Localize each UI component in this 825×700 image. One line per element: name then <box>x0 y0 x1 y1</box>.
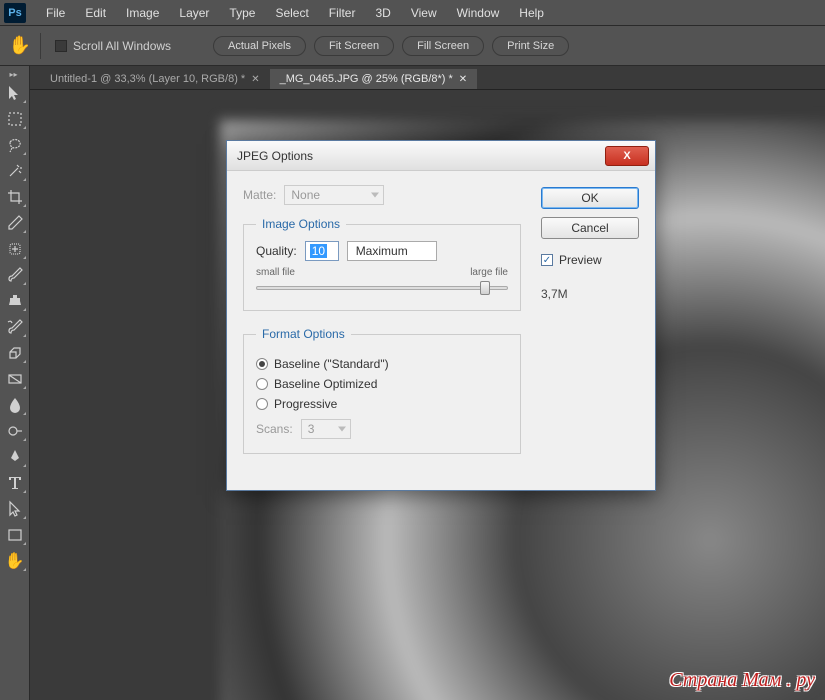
scans-label: Scans: <box>256 422 293 436</box>
menu-3d[interactable]: 3D <box>365 6 400 20</box>
chevron-down-icon <box>338 427 346 432</box>
eraser-tool[interactable] <box>2 341 28 365</box>
menu-file[interactable]: File <box>36 6 75 20</box>
quality-preset-select[interactable]: Maximum <box>347 241 437 261</box>
close-icon[interactable]: ✕ <box>251 74 259 85</box>
scans-select: 3 <box>301 419 351 439</box>
clone-stamp-tool[interactable] <box>2 289 28 313</box>
magic-wand-tool[interactable] <box>2 159 28 183</box>
radio-label: Baseline Optimized <box>274 377 377 391</box>
matte-label: Matte: <box>243 188 276 202</box>
print-size-button[interactable]: Print Size <box>492 36 569 56</box>
large-file-label: large file <box>470 267 508 278</box>
watermark: Страна Мам . ру <box>669 669 815 692</box>
cancel-button[interactable]: Cancel <box>541 217 639 239</box>
preview-checkbox[interactable]: ✓ Preview <box>541 253 639 267</box>
quality-label: Quality: <box>256 244 297 258</box>
radio-icon <box>256 358 268 370</box>
document-tab-bar: Untitled-1 @ 33,3% (Layer 10, RGB/8) * ✕… <box>0 66 825 90</box>
matte-select: None <box>284 185 384 205</box>
radio-label: Baseline ("Standard") <box>274 357 389 371</box>
file-size: 3,7M <box>541 287 639 301</box>
tab-label: _MG_0465.JPG @ 25% (RGB/8*) * <box>280 73 453 85</box>
radio-label: Progressive <box>274 397 337 411</box>
checkbox-icon <box>55 40 67 52</box>
menu-select[interactable]: Select <box>265 6 318 20</box>
radio-icon <box>256 378 268 390</box>
hand-tool-icon[interactable]: ✋ <box>8 34 32 58</box>
blur-tool[interactable] <box>2 393 28 417</box>
preview-label: Preview <box>559 253 602 267</box>
radio-icon <box>256 398 268 410</box>
eyedropper-tool[interactable] <box>2 211 28 235</box>
scroll-all-label: Scroll All Windows <box>73 39 171 53</box>
dialog-title: JPEG Options <box>237 149 313 163</box>
move-tool[interactable] <box>2 81 28 105</box>
slider-track <box>256 286 508 290</box>
healing-brush-tool[interactable] <box>2 237 28 261</box>
close-button[interactable]: X <box>605 146 649 166</box>
hand-tool[interactable]: ✋ <box>2 549 28 573</box>
chevron-down-icon <box>371 193 379 198</box>
marquee-tool[interactable] <box>2 107 28 131</box>
fill-screen-button[interactable]: Fill Screen <box>402 36 484 56</box>
gradient-tool[interactable] <box>2 367 28 391</box>
type-tool[interactable] <box>2 471 28 495</box>
format-options-group: Format Options Baseline ("Standard") Bas… <box>243 327 521 454</box>
matte-value: None <box>291 188 320 202</box>
tools-panel: ▸▸ ✋ <box>0 66 30 700</box>
dodge-tool[interactable] <box>2 419 28 443</box>
brush-tool[interactable] <box>2 263 28 287</box>
menu-image[interactable]: Image <box>116 6 169 20</box>
quality-input[interactable]: 10 <box>305 241 339 261</box>
actual-pixels-button[interactable]: Actual Pixels <box>213 36 306 56</box>
dialog-titlebar[interactable]: JPEG Options X <box>227 141 655 171</box>
tab-untitled[interactable]: Untitled-1 @ 33,3% (Layer 10, RGB/8) * ✕ <box>40 69 270 89</box>
menu-bar: Ps File Edit Image Layer Type Select Fil… <box>0 0 825 26</box>
tab-label: Untitled-1 @ 33,3% (Layer 10, RGB/8) * <box>50 73 245 85</box>
small-file-label: small file <box>256 267 295 278</box>
crop-tool[interactable] <box>2 185 28 209</box>
fit-screen-button[interactable]: Fit Screen <box>314 36 394 56</box>
image-options-legend: Image Options <box>256 217 346 231</box>
menu-filter[interactable]: Filter <box>319 6 366 20</box>
quality-preset-value: Maximum <box>356 244 408 258</box>
separator <box>40 33 41 59</box>
path-selection-tool[interactable] <box>2 497 28 521</box>
slider-thumb[interactable] <box>480 281 490 295</box>
close-icon[interactable]: ✕ <box>459 74 467 85</box>
checkbox-icon: ✓ <box>541 254 553 266</box>
menu-layer[interactable]: Layer <box>169 6 219 20</box>
menu-edit[interactable]: Edit <box>75 6 116 20</box>
tab-mg0465[interactable]: _MG_0465.JPG @ 25% (RGB/8*) * ✕ <box>270 69 478 89</box>
lasso-tool[interactable] <box>2 133 28 157</box>
history-brush-tool[interactable] <box>2 315 28 339</box>
format-options-legend: Format Options <box>256 327 351 341</box>
image-options-group: Image Options Quality: 10 Maximum small … <box>243 217 521 311</box>
scans-value: 3 <box>308 422 315 436</box>
rectangle-tool[interactable] <box>2 523 28 547</box>
menu-type[interactable]: Type <box>219 6 265 20</box>
menu-window[interactable]: Window <box>447 6 510 20</box>
quality-slider[interactable] <box>256 280 508 296</box>
expand-icon[interactable]: ▸▸ <box>10 70 20 78</box>
radio-baseline-optimized[interactable]: Baseline Optimized <box>256 377 508 391</box>
app-logo: Ps <box>4 3 26 23</box>
menu-help[interactable]: Help <box>509 6 554 20</box>
radio-baseline-standard[interactable]: Baseline ("Standard") <box>256 357 508 371</box>
menu-view[interactable]: View <box>401 6 447 20</box>
options-bar: ✋ Scroll All Windows Actual Pixels Fit S… <box>0 26 825 66</box>
scroll-all-windows-checkbox[interactable]: Scroll All Windows <box>49 39 177 53</box>
radio-progressive[interactable]: Progressive <box>256 397 508 411</box>
ok-button[interactable]: OK <box>541 187 639 209</box>
pen-tool[interactable] <box>2 445 28 469</box>
jpeg-options-dialog: JPEG Options X Matte: None Image Options… <box>226 140 656 491</box>
